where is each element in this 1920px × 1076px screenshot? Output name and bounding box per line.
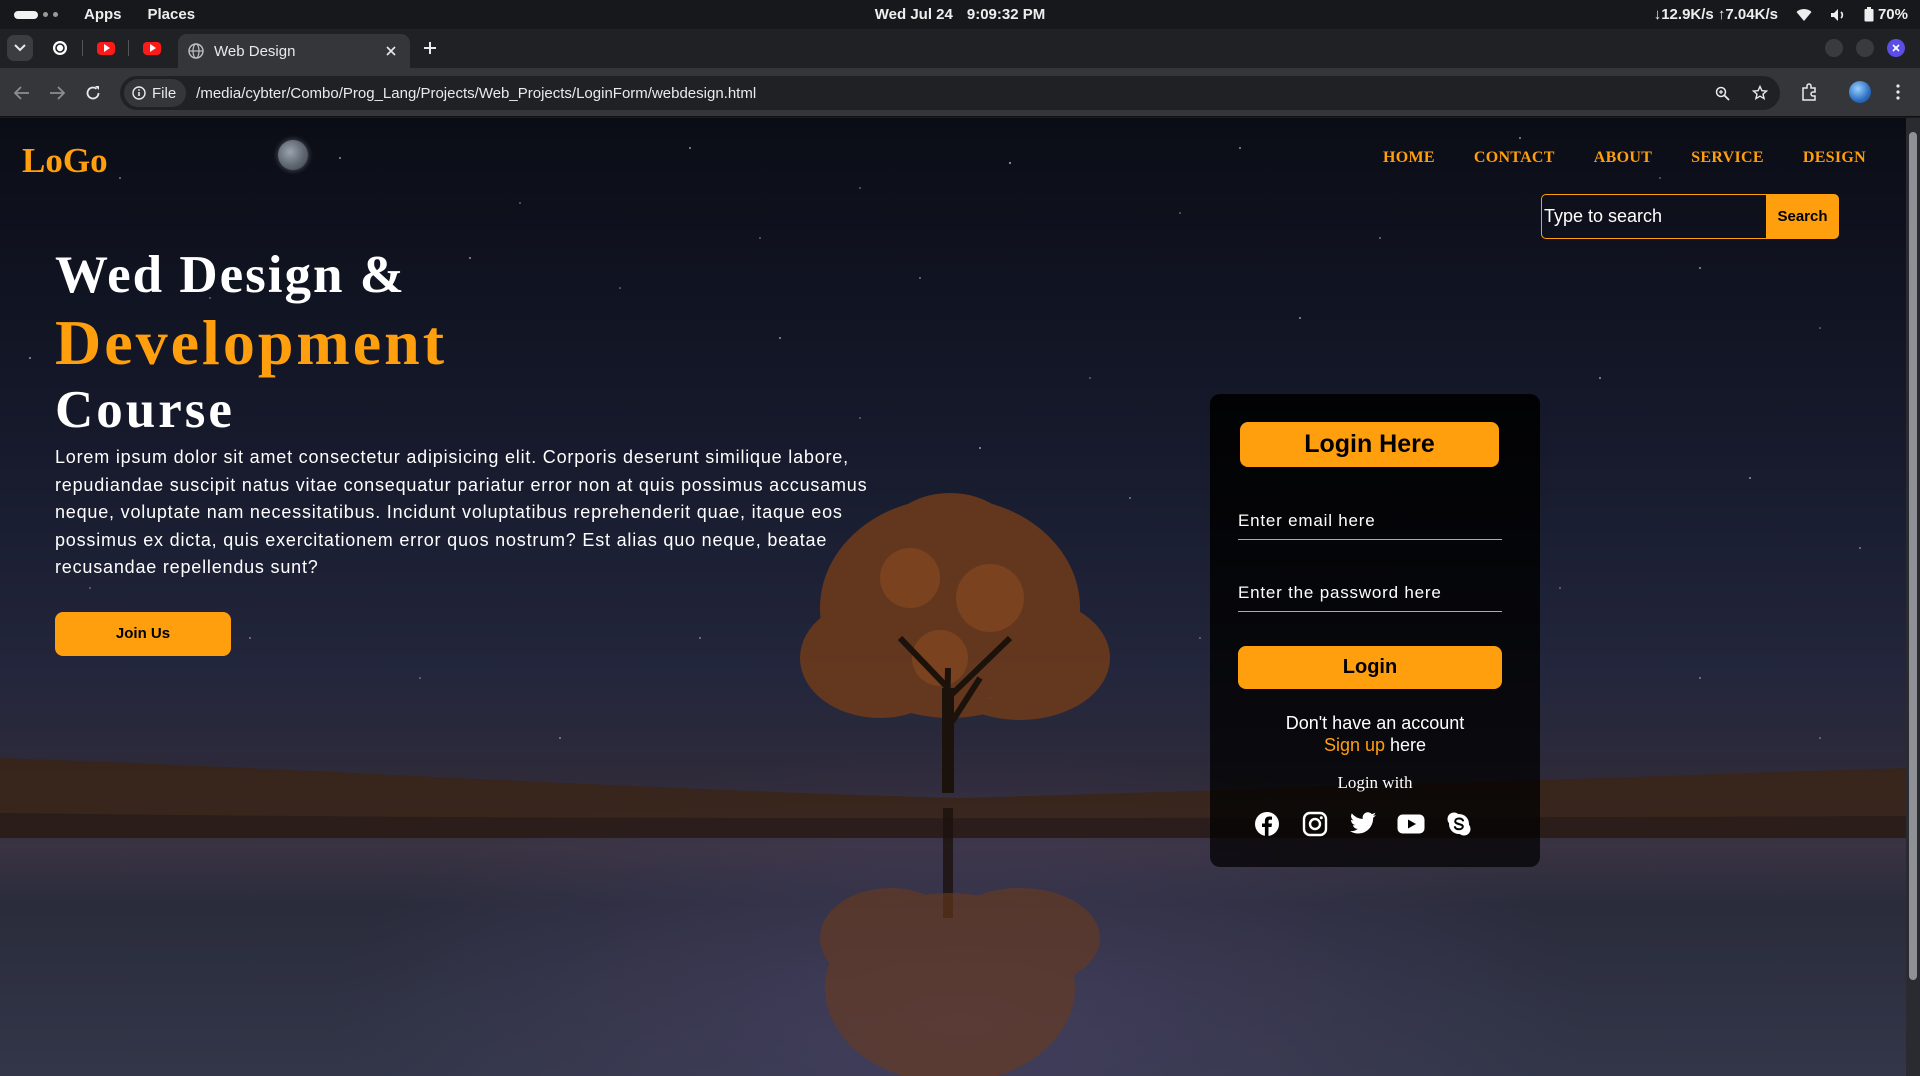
battery-percent: 70% [1877,6,1908,23]
system-date: Wed Jul 24 [874,6,953,23]
address-bar[interactable]: File /media/cybter/Combo/Prog_Lang/Proje… [120,76,1780,110]
close-icon [1892,44,1900,52]
signup-prompt: Don't have an account Sign up here [1210,712,1540,756]
hero-title-line-2: Development [55,307,448,378]
nav-contact[interactable]: CONTACT [1474,149,1555,167]
email-field[interactable] [1238,511,1502,540]
zoom-icon [1715,86,1730,101]
hero-title-line-3: Course [55,381,235,439]
pinned-tab-chatgpt[interactable] [49,37,83,59]
browser-toolbar: File /media/cybter/Combo/Prog_Lang/Proje… [0,68,1920,117]
skype-icon[interactable] [1445,810,1473,838]
reload-button[interactable] [82,82,104,104]
browser-tab-strip: Web Design [0,29,1920,68]
new-tab-button[interactable] [420,38,440,58]
minimize-window-button[interactable] [1825,39,1843,57]
youtube-icon [97,41,115,55]
site-info-label: File [152,84,177,102]
hero-paragraph: Lorem ipsum dolor sit amet consectetur a… [55,447,868,577]
extensions-button[interactable] [1797,80,1821,104]
scrollbar-thumb[interactable] [1909,132,1917,980]
avatar [1849,81,1871,103]
more-vertical-icon [1896,84,1900,100]
nav-design[interactable]: DESIGN [1803,149,1866,167]
moon-image [278,140,308,170]
volume-icon[interactable] [1830,8,1846,22]
pinned-tab-youtube-2[interactable] [141,37,163,59]
system-top-bar: Apps Places Wed Jul 24 9:09:32 PM ↓12.9K… [0,0,1920,29]
instagram-icon[interactable] [1301,810,1329,838]
pinned-tab-youtube-1[interactable] [95,37,129,59]
tab-search-button[interactable] [7,35,33,61]
chevron-down-icon [14,44,26,52]
plus-icon [424,42,436,54]
info-icon [132,86,146,100]
active-tab[interactable]: Web Design [178,34,410,68]
youtube-icon [143,41,161,55]
signup-suffix: here [1385,735,1427,755]
join-us-button[interactable]: Join Us [55,611,231,656]
star-icon [1752,85,1768,101]
hero-title-line-1: Wed Design & [55,246,406,304]
login-button[interactable]: Login [1238,646,1502,689]
arrow-left-icon [14,86,29,100]
youtube-icon[interactable] [1397,810,1425,838]
profile-button[interactable] [1848,80,1872,104]
browser-menu-button[interactable] [1886,80,1910,104]
puzzle-icon [1802,83,1816,101]
arrow-right-icon [50,86,65,100]
close-icon [386,46,396,56]
twitter-icon[interactable] [1349,810,1377,838]
search-button[interactable]: Search [1766,194,1839,239]
chatgpt-icon [53,41,67,55]
system-time: 9:09:32 PM [966,6,1046,23]
maximize-window-button[interactable] [1856,39,1874,57]
activities-indicator[interactable] [14,10,58,19]
search-input[interactable] [1541,194,1766,239]
close-tab-button[interactable] [382,42,400,60]
url-text[interactable]: /media/cybter/Combo/Prog_Lang/Projects/W… [196,85,756,102]
login-card: Login Here Login Don't have an account S… [1210,394,1540,867]
tab-title: Web Design [214,42,296,60]
password-field[interactable] [1238,583,1502,612]
signup-link[interactable]: Sign up [1324,735,1385,755]
nav-home[interactable]: HOME [1383,149,1435,167]
globe-icon [188,43,204,59]
back-button[interactable] [11,82,33,104]
wifi-icon[interactable] [1796,8,1812,22]
forward-button[interactable] [46,82,68,104]
login-card-title: Login Here [1240,422,1499,467]
reload-icon [86,86,100,100]
page-scrollbar[interactable] [1906,118,1920,1076]
network-speed: ↓12.9K/s ↑7.04K/s [1653,6,1778,23]
site-logo[interactable]: LoGo [22,141,108,181]
bookmark-button[interactable] [1748,81,1772,105]
hero-section: Wed Design & Development Course Lorem ip… [55,243,900,656]
search-box: Search [1541,194,1839,239]
no-account-text: Don't have an account [1285,713,1465,733]
nav-service[interactable]: SERVICE [1691,149,1764,167]
main-navigation: HOME CONTACT ABOUT SERVICE DESIGN [1383,149,1866,167]
battery-indicator[interactable]: 70% [1864,6,1908,23]
login-with-label: Login with [1337,773,1413,792]
zoom-button[interactable] [1710,81,1734,105]
close-window-button[interactable] [1887,39,1905,57]
site-info-chip[interactable]: File [124,79,187,107]
nav-about[interactable]: ABOUT [1594,149,1652,167]
social-login-icons [1253,810,1473,838]
facebook-icon[interactable] [1253,810,1281,838]
battery-icon [1864,7,1874,22]
places-menu[interactable]: Places [148,6,196,23]
page-viewport: LoGo HOME CONTACT ABOUT SERVICE DESIGN S… [0,118,1906,1076]
apps-menu[interactable]: Apps [84,6,122,23]
